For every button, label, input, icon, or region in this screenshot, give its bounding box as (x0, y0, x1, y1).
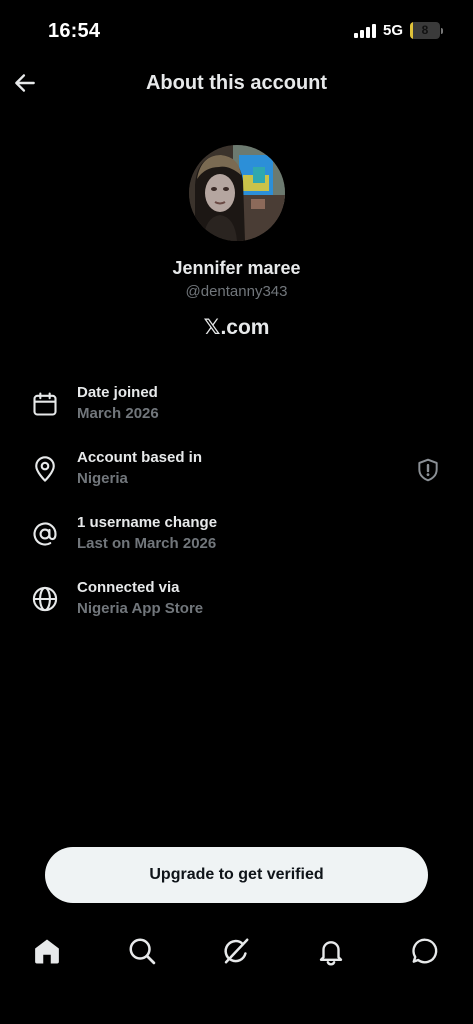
info-item-account-based-in: Account based in Nigeria (0, 445, 473, 495)
x-logo-icon: 𝕏 (203, 315, 221, 339)
info-title: 1 username change (77, 514, 218, 531)
info-value: March 2026 (77, 405, 159, 422)
upgrade-verified-button[interactable]: Upgrade to get verified (45, 847, 428, 903)
messages-icon[interactable] (410, 936, 440, 966)
status-time: 16:54 (48, 20, 101, 42)
globe-icon (32, 586, 58, 612)
info-value: Last on March 2026 (77, 535, 217, 552)
battery-cap (441, 27, 443, 34)
bottom-nav (0, 926, 473, 982)
info-value: Nigeria App Store (77, 600, 204, 617)
signal-strength-icon (353, 23, 376, 38)
battery-percent: 8 (421, 23, 429, 37)
location-pin-icon (35, 456, 55, 482)
info-title: Account based in (77, 449, 203, 466)
info-item-date-joined: Date joined March 2026 (0, 380, 473, 430)
info-item-username-change: 1 username change Last on March 2026 (0, 510, 473, 560)
calendar-icon (33, 392, 57, 416)
battery-icon: 8 (410, 22, 440, 39)
site-label: 𝕏.com (0, 315, 473, 340)
search-icon[interactable] (127, 936, 157, 966)
username-handle: @dentanny343 (185, 283, 288, 300)
home-icon[interactable] (32, 936, 62, 966)
display-name: Jennifer maree (172, 258, 301, 278)
network-label: 5G (382, 22, 403, 39)
info-item-connected-via: Connected via Nigeria App Store (0, 575, 473, 625)
info-title: Date joined (77, 384, 158, 401)
grok-icon[interactable] (221, 936, 251, 966)
info-title: Connected via (77, 579, 180, 596)
status-bar: 16:54 5G 8 (0, 0, 473, 56)
status-indicators: 5G 8 (353, 22, 443, 39)
page-title: About this account (145, 72, 328, 94)
site-suffix: .com (220, 316, 270, 339)
shield-alert-icon[interactable] (415, 457, 441, 483)
at-sign-icon (33, 522, 57, 546)
notifications-bell-icon[interactable] (316, 936, 346, 966)
info-value: Nigeria (77, 470, 128, 487)
avatar[interactable] (189, 145, 285, 241)
header: About this account (0, 62, 473, 106)
avatar-image (189, 145, 285, 241)
